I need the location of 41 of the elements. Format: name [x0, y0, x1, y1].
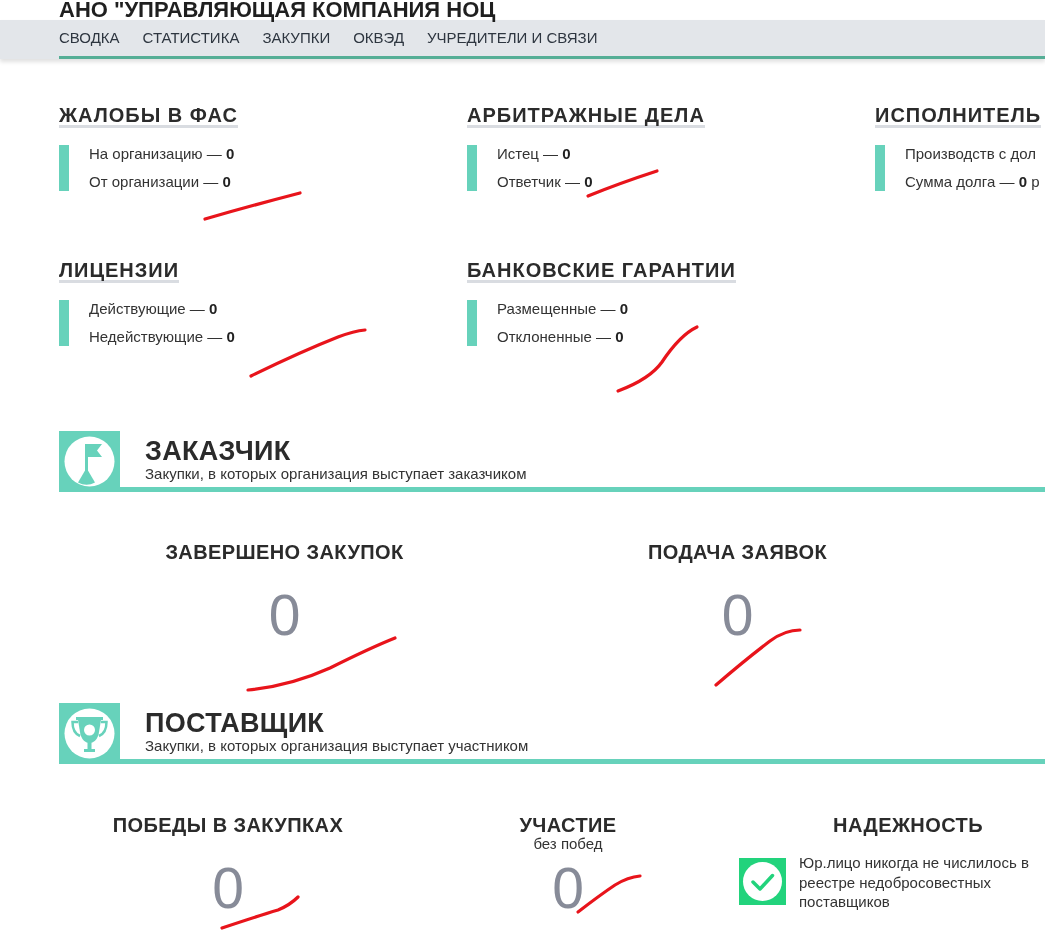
nav-link[interactable]: УЧРЕДИТЕЛИ И СВЯЗИ [427, 29, 598, 47]
nav-link[interactable]: ОКВЭД [353, 29, 405, 47]
info-line: Сумма долга — 0 р [905, 173, 1040, 191]
accent-bar [467, 300, 477, 346]
section-subtitle: Закупки, в которых организация выступает участником [145, 737, 529, 754]
info-line: Действующие — 0 [89, 300, 219, 318]
nav-link[interactable]: СВОДКА [59, 29, 120, 47]
info-line: Размещенные — 0 [497, 300, 629, 318]
info-heading: АРБИТРАЖНЫЕ ДЕЛА [467, 105, 705, 128]
stat-title: ЗАВЕРШЕНО ЗАКУПОК [165, 541, 404, 563]
stat-title: ПОБЕДЫ В ЗАКУПКАХ [112, 814, 344, 836]
stat-title: ПОДАЧА ЗАЯВОК [647, 541, 828, 563]
info-line: От организации — 0 [89, 173, 232, 191]
stat-value: 0 [721, 585, 754, 645]
reliability-text: Юр.лицо никогда не числилось в реестре недобросовестных поставщиков [799, 853, 1030, 912]
info-line: Отклоненные — 0 [497, 328, 625, 346]
stat-value: 0 [268, 585, 301, 645]
section-subtitle: Закупки, в которых организация выступает заказчиком [145, 465, 527, 482]
info-line: Недействующие — 0 [89, 328, 235, 346]
info-line: Истец — 0 [497, 145, 572, 163]
company-title: АНО "УПРАВЛЯЮЩАЯ КОМПАНИЯ НОЦ [59, 0, 496, 20]
accent-bar [59, 145, 69, 191]
section-title: ЗАКАЗЧИК [145, 437, 291, 465]
info-heading: ЖАЛОБЫ В ФАС [59, 105, 238, 128]
stat-subtitle: без побед [533, 836, 603, 852]
stat-title: УЧАСТИЕ [519, 814, 617, 836]
stat-title: НАДЕЖНОСТЬ [833, 814, 983, 836]
stat-value: 0 [212, 858, 244, 918]
nav-link[interactable]: ЗАКУПКИ [262, 29, 331, 47]
info-heading: БАНКОВСКИЕ ГАРАНТИИ [467, 260, 736, 283]
accent-bar [467, 145, 477, 191]
nav-link[interactable]: СТАТИСТИКА [142, 29, 240, 47]
info-line: Ответчик — 0 [497, 173, 593, 191]
info-line: Производств с дол [905, 145, 1037, 163]
accent-bar [59, 300, 69, 346]
info-heading: ИСПОЛНИТЕЛЬ [875, 105, 1042, 128]
section-title: ПОСТАВЩИК [145, 709, 325, 737]
accent-bar [875, 145, 885, 191]
info-line: На организацию — 0 [89, 145, 235, 163]
stat-value: 0 [552, 858, 584, 918]
info-heading: ЛИЦЕНЗИИ [59, 260, 180, 283]
